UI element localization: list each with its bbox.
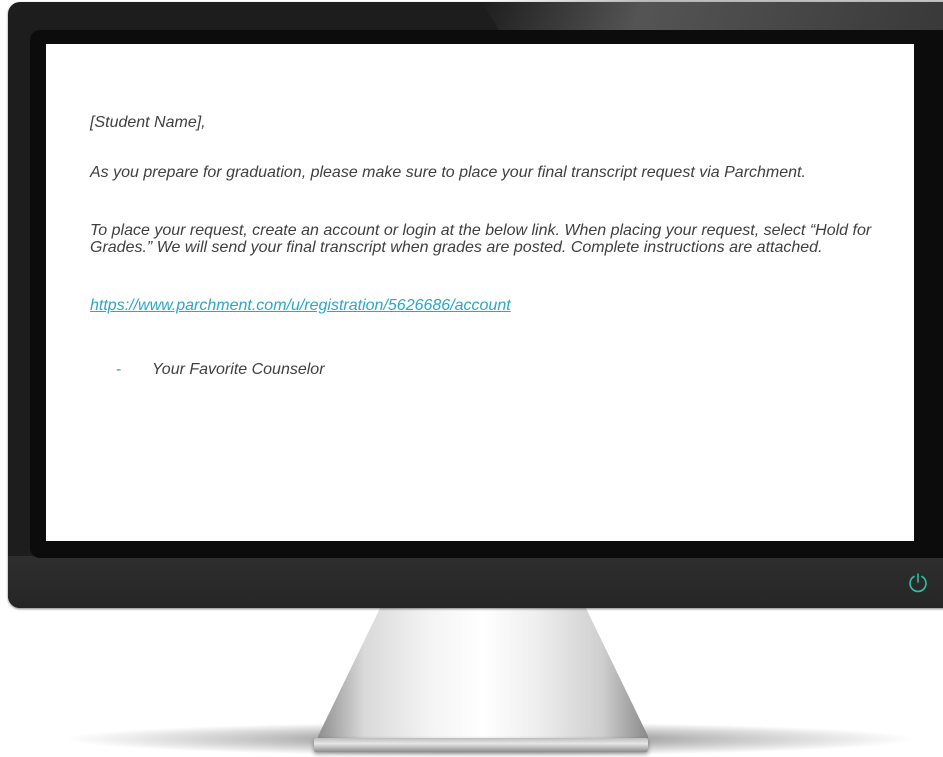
email-greeting: [Student Name], bbox=[90, 114, 206, 131]
power-icon[interactable] bbox=[906, 571, 930, 595]
monitor-stand bbox=[318, 600, 648, 748]
monitor-stand-base bbox=[314, 738, 648, 752]
email-paragraph-graduation: As you prepare for graduation, please ma… bbox=[90, 164, 806, 181]
parchment-registration-link[interactable]: https://www.parchment.com/u/registration… bbox=[90, 297, 511, 314]
email-signoff: - Your Favorite Counselor bbox=[90, 361, 894, 378]
email-paragraph-instructions: To place your request, create an account… bbox=[90, 222, 872, 256]
signoff-text: Your Favorite Counselor bbox=[152, 361, 325, 378]
screen: [Student Name], As you prepare for gradu… bbox=[46, 44, 914, 541]
monitor-illustration: [Student Name], As you prepare for gradu… bbox=[0, 0, 943, 757]
monitor-chin bbox=[8, 556, 943, 608]
signoff-bullet: - bbox=[116, 361, 122, 378]
